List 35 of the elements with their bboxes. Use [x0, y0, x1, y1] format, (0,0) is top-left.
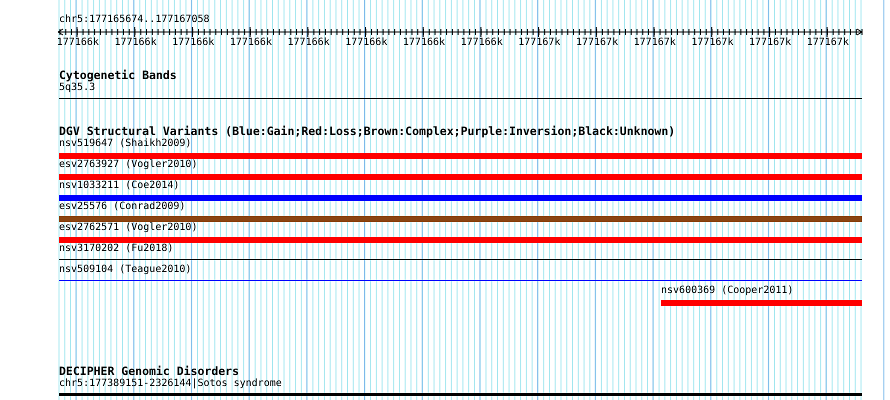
track-title: DGV Structural Variants (Blue:Gain;Red:Loss;Brown:Complex;Purple:Inversion;Black:Unknown) — [59, 125, 676, 138]
tick-label: 177167k — [517, 37, 562, 49]
feature-label[interactable]: esv2762571 (Vogler2010) — [59, 222, 198, 234]
feature-bar[interactable] — [59, 393, 862, 396]
feature-label[interactable]: nsv509104 (Teague2010) — [59, 264, 192, 276]
track-title: DECIPHER Genomic Disorders — [59, 365, 240, 378]
feature-bar[interactable] — [59, 237, 862, 243]
feature-label[interactable]: nsv3170202 (Fu2018) — [59, 243, 174, 255]
tick-label: 177166k — [344, 37, 388, 49]
tick-label: 177166k — [286, 37, 331, 49]
track-title: Cytogenetic Bands — [59, 69, 178, 82]
feature-label[interactable]: 5q35.3 — [59, 82, 96, 94]
tick-label: 177166k — [228, 37, 273, 49]
feature-bar[interactable] — [59, 195, 862, 201]
feature-label[interactable]: nsv519647 (Shaikh2009) — [59, 138, 192, 150]
tick-label: 177167k — [574, 37, 620, 49]
tick-label: 177166k — [56, 37, 100, 49]
feature-label[interactable]: esv25576 (Conrad2009) — [59, 201, 186, 213]
tick-label: 177166k — [113, 37, 158, 49]
feature-label[interactable]: nsv600369 (Cooper2011) — [661, 285, 794, 297]
feature-label[interactable]: nsv1033211 (Coe2014) — [59, 180, 180, 192]
tick-label: 177166k — [171, 37, 216, 49]
feature-label[interactable]: esv2763927 (Vogler2010) — [59, 159, 198, 171]
feature-bar[interactable] — [59, 174, 862, 180]
tick-label: 177167k — [748, 37, 792, 49]
location-label: chr5:177165674..177167058 — [59, 14, 211, 26]
feature-bar[interactable] — [661, 300, 862, 306]
tick-label: 177167k — [690, 37, 734, 49]
tick-label: 177167k — [806, 37, 850, 49]
feature-bar[interactable] — [59, 216, 862, 222]
tick-label: 177166k — [460, 37, 504, 49]
feature-bar[interactable] — [59, 153, 862, 159]
tick-label: 177166k — [402, 37, 446, 49]
tick-label: 177167k — [632, 37, 677, 49]
feature-label[interactable]: chr5:177389151-2326144|Sotos syndrome — [59, 378, 282, 390]
